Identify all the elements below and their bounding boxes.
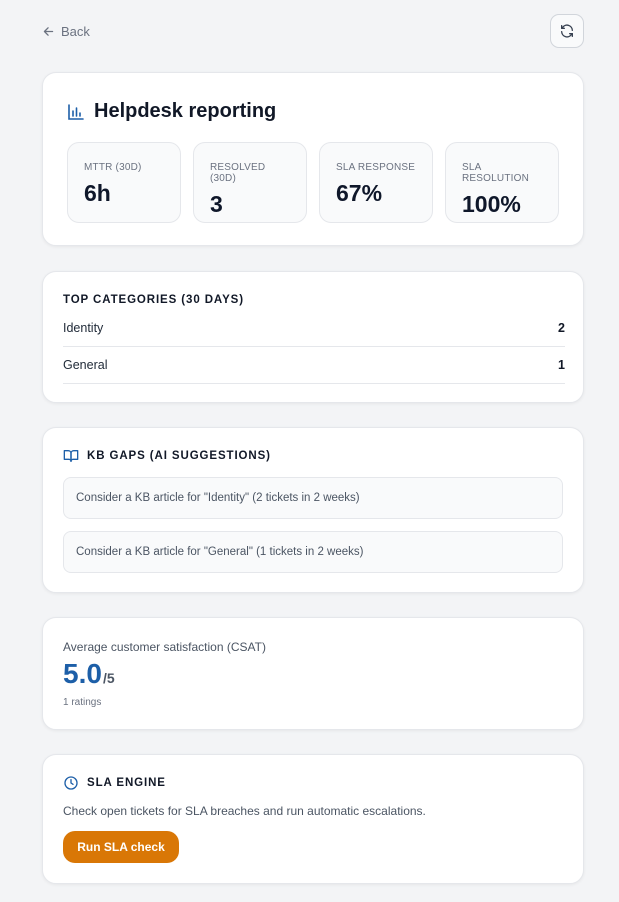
back-label: Back <box>61 23 90 39</box>
metric-value: 6h <box>84 180 111 206</box>
book-open-icon <box>63 450 79 462</box>
back-link[interactable]: Back <box>42 24 90 39</box>
csat-value: 5.0 <box>63 658 102 689</box>
kb-gaps-card: KB GAPS (AI SUGGESTIONS) Consider a KB a… <box>42 427 584 593</box>
metric-resolved: RESOLVED (30D) 3 <box>193 142 307 223</box>
kb-gaps-header: KB GAPS (AI SUGGESTIONS) <box>63 448 271 464</box>
sla-engine-header: SLA ENGINE <box>63 775 166 791</box>
category-count: 1 <box>558 358 565 372</box>
category-name: Identity <box>63 321 104 335</box>
metric-value: 3 <box>210 191 223 217</box>
csat-label: Average customer satisfaction (CSAT) <box>63 640 266 654</box>
list-item: Identity 2 <box>63 310 565 347</box>
top-bar: Back <box>42 14 584 48</box>
metric-label: MTTR (30D) <box>84 162 142 173</box>
bar-chart-icon <box>68 103 84 120</box>
arrow-left-icon <box>43 26 54 36</box>
csat-card: Average customer satisfaction (CSAT) 5.0… <box>42 617 584 730</box>
reporting-header: Helpdesk reporting <box>67 100 276 123</box>
metrics-row: MTTR (30D) 6h RESOLVED (30D) 3 SLA RESPO… <box>67 142 559 223</box>
csat-max: /5 <box>102 670 115 686</box>
metric-value: 67% <box>336 180 383 206</box>
kb-suggestions-list: Consider a KB article for "Identity" (2 … <box>63 477 563 585</box>
run-sla-check-button[interactable]: Run SLA check <box>63 831 179 863</box>
reporting-card: Helpdesk reporting MTTR (30D) 6h RESOLVE… <box>42 72 584 246</box>
kb-suggestion: Consider a KB article for "Identity" (2 … <box>63 477 563 519</box>
sla-engine-card: SLA ENGINE Check open tickets for SLA br… <box>42 754 584 884</box>
sla-engine-description: Check open tickets for SLA breaches and … <box>63 804 426 818</box>
category-name: General <box>63 358 108 372</box>
metric-label: SLA RESOLUTION <box>462 162 530 184</box>
metric-sla-response: SLA RESPONSE 67% <box>319 142 433 223</box>
refresh-icon <box>561 24 573 38</box>
categories-list: Identity 2 General 1 <box>63 310 565 384</box>
clock-icon <box>64 776 78 790</box>
kb-suggestion: Consider a KB article for "General" (1 t… <box>63 531 563 573</box>
csat-score: 5.0 /5 <box>63 658 115 690</box>
category-count: 2 <box>558 321 565 335</box>
metric-label: RESOLVED (30D) <box>210 162 266 184</box>
page-title: Helpdesk reporting <box>94 100 277 122</box>
csat-rating-count: 1 ratings <box>63 697 102 708</box>
list-item: General 1 <box>63 347 565 384</box>
sla-engine-title: SLA ENGINE <box>87 777 166 789</box>
metric-mttr: MTTR (30D) 6h <box>67 142 181 223</box>
refresh-button[interactable] <box>550 14 584 48</box>
metric-sla-resolution: SLA RESOLUTION 100% <box>445 142 559 223</box>
categories-card: TOP CATEGORIES (30 DAYS) Identity 2 Gene… <box>42 271 584 403</box>
metric-label: SLA RESPONSE <box>336 162 416 173</box>
kb-gaps-title: KB GAPS (AI SUGGESTIONS) <box>87 450 271 462</box>
categories-title: TOP CATEGORIES (30 DAYS) <box>63 294 244 306</box>
metric-value: 100% <box>462 191 521 217</box>
